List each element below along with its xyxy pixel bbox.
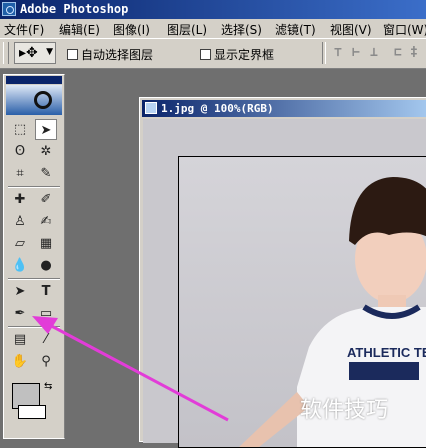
arrow-shaft — [43, 320, 229, 422]
highlight-arrow — [32, 316, 229, 422]
arrow-head — [32, 316, 58, 334]
watermark-text: 软件技巧 — [300, 398, 389, 423]
